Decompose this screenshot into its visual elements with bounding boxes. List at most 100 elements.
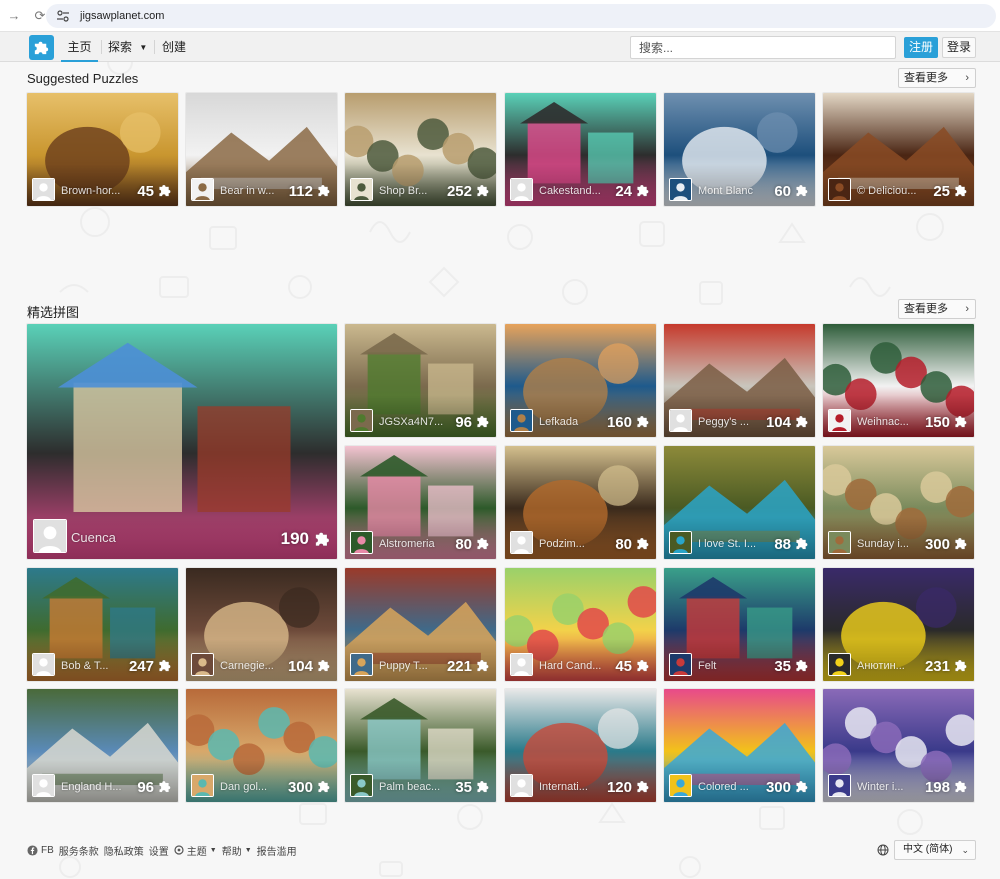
author-avatar[interactable] (191, 774, 214, 797)
puzzle-piece-icon (637, 415, 649, 428)
puzzle-card[interactable]: Puppy T... 221 (345, 568, 496, 681)
puzzle-title: Puppy T... (379, 660, 428, 672)
author-avatar[interactable] (669, 774, 692, 797)
puzzle-piece-icon (637, 184, 649, 197)
puzzle-piece-icon (637, 780, 649, 793)
author-avatar[interactable] (191, 653, 214, 676)
puzzle-card[interactable]: Bob & T... 247 (27, 568, 178, 681)
puzzle-piece-icon (637, 537, 649, 550)
globe-icon (877, 844, 889, 856)
author-avatar[interactable] (669, 409, 692, 432)
puzzle-title: Colored ... (698, 781, 749, 793)
jigsaw-planet-logo[interactable] (29, 35, 54, 60)
author-avatar[interactable] (510, 178, 533, 201)
author-avatar[interactable] (350, 178, 373, 201)
footer-links: FB 服务条款 隐私政策 设置 主题 ▼ 帮助 ▼ 报告滥用 (27, 842, 297, 858)
chevron-right-icon: › (965, 72, 969, 84)
puzzle-card[interactable]: Carnegie... 104 (186, 568, 337, 681)
author-avatar[interactable] (32, 178, 55, 201)
login-button[interactable]: 登录 (942, 37, 976, 58)
puzzle-card[interactable]: Brown-hor... 45 (27, 93, 178, 206)
puzzle-card[interactable]: Lefkada 160 (505, 324, 656, 437)
puzzle-card[interactable]: I love St. I... 88 (664, 446, 815, 559)
puzzle-logo-icon (34, 41, 49, 55)
piece-count: 60 (774, 183, 791, 200)
puzzle-card[interactable]: Colored ... 300 (664, 689, 815, 802)
author-avatar[interactable] (510, 653, 533, 676)
puzzle-card[interactable]: Peggy's ... 104 (664, 324, 815, 437)
puzzle-card[interactable]: Internati... 120 (505, 689, 656, 802)
author-avatar[interactable] (828, 653, 851, 676)
puzzle-title: © Deliciou... (857, 185, 917, 197)
puzzle-card[interactable]: Sunday i... 300 (823, 446, 974, 559)
puzzle-piece-icon (315, 532, 330, 547)
puzzle-card[interactable]: JGSXa4N7... 96 (345, 324, 496, 437)
search-input[interactable] (630, 36, 896, 59)
browser-toolbar: → ⟳ jigsawplanet.com (0, 0, 1000, 32)
language-select[interactable]: 中文 (简体) ⌄ (894, 840, 976, 860)
author-avatar[interactable] (510, 409, 533, 432)
author-avatar[interactable] (828, 774, 851, 797)
puzzle-card[interactable]: Alstromeria 80 (345, 446, 496, 559)
author-avatar[interactable] (828, 409, 851, 432)
puzzle-card[interactable]: Cuenca 190 (27, 324, 337, 559)
puzzle-card[interactable]: Mont Blanc 60 (664, 93, 815, 206)
puzzle-card[interactable]: Hard Cand... 45 (505, 568, 656, 681)
forward-arrow-icon[interactable]: → (6, 8, 22, 24)
address-bar[interactable]: jigsawplanet.com (46, 4, 996, 28)
puzzle-card[interactable]: Winter i... 198 (823, 689, 974, 802)
puzzle-piece-icon (318, 659, 330, 672)
author-avatar[interactable] (350, 409, 373, 432)
author-avatar[interactable] (510, 531, 533, 554)
author-avatar[interactable] (191, 178, 214, 201)
author-avatar[interactable] (33, 519, 67, 553)
puzzle-card[interactable]: © Deliciou... 25 (823, 93, 974, 206)
author-avatar[interactable] (32, 653, 55, 676)
puzzle-card[interactable]: Weihnac... 150 (823, 324, 974, 437)
puzzle-card[interactable]: Podzim... 80 (505, 446, 656, 559)
puzzle-card[interactable]: Cakestand... 24 (505, 93, 656, 206)
nav-explore[interactable]: 探索 ▼ (108, 32, 148, 62)
puzzle-title: Peggy's ... (698, 416, 750, 428)
nav-create[interactable]: 创建 (162, 32, 186, 62)
see-more-label: 查看更多 (904, 72, 948, 84)
site-settings-icon[interactable] (56, 9, 70, 23)
author-avatar[interactable] (828, 531, 851, 554)
footer-link-privacy[interactable]: 隐私政策 (104, 843, 144, 858)
author-avatar[interactable] (350, 653, 373, 676)
suggested-see-more-button[interactable]: 查看更多 › (898, 68, 976, 88)
puzzle-card[interactable]: Bear in w... 112 (186, 93, 337, 206)
nav-home[interactable]: 主页 (61, 32, 98, 62)
author-avatar[interactable] (669, 653, 692, 676)
piece-count: 88 (774, 536, 791, 553)
register-button[interactable]: 注册 (904, 37, 938, 58)
puzzle-card[interactable]: Shop Br... 252 (345, 93, 496, 206)
author-avatar[interactable] (828, 178, 851, 201)
puzzle-piece-icon (159, 184, 171, 197)
footer-link-settings[interactable]: 设置 (149, 843, 169, 858)
nav-home-label: 主页 (67, 40, 92, 54)
featured-see-more-button[interactable]: 查看更多 › (898, 299, 976, 319)
footer-link-report-abuse[interactable]: 报告滥用 (257, 843, 297, 858)
author-avatar[interactable] (669, 531, 692, 554)
puzzle-card[interactable]: Felt 35 (664, 568, 815, 681)
puzzle-card[interactable]: Анютин... 231 (823, 568, 974, 681)
puzzle-card[interactable]: Dan gol... 300 (186, 689, 337, 802)
puzzle-card[interactable]: Palm beac... 35 (345, 689, 496, 802)
puzzle-piece-icon (796, 184, 808, 197)
author-avatar[interactable] (32, 774, 55, 797)
author-avatar[interactable] (669, 178, 692, 201)
author-avatar[interactable] (510, 774, 533, 797)
footer-link-theme[interactable]: 主题 ▼ (174, 843, 217, 858)
puzzle-piece-icon (477, 537, 489, 550)
chevron-right-icon: › (965, 303, 969, 315)
footer-link-terms[interactable]: 服务条款 (59, 843, 99, 858)
footer-link-fb[interactable]: FB (27, 845, 54, 856)
puzzle-card[interactable]: England H... 96 (27, 689, 178, 802)
footer-link-help[interactable]: 帮助 ▼ (222, 843, 252, 858)
language-select-value: 中文 (简体) (903, 844, 953, 855)
puzzle-title: Sunday i... (857, 538, 909, 550)
author-avatar[interactable] (350, 531, 373, 554)
piece-count: 24 (615, 183, 632, 200)
author-avatar[interactable] (350, 774, 373, 797)
